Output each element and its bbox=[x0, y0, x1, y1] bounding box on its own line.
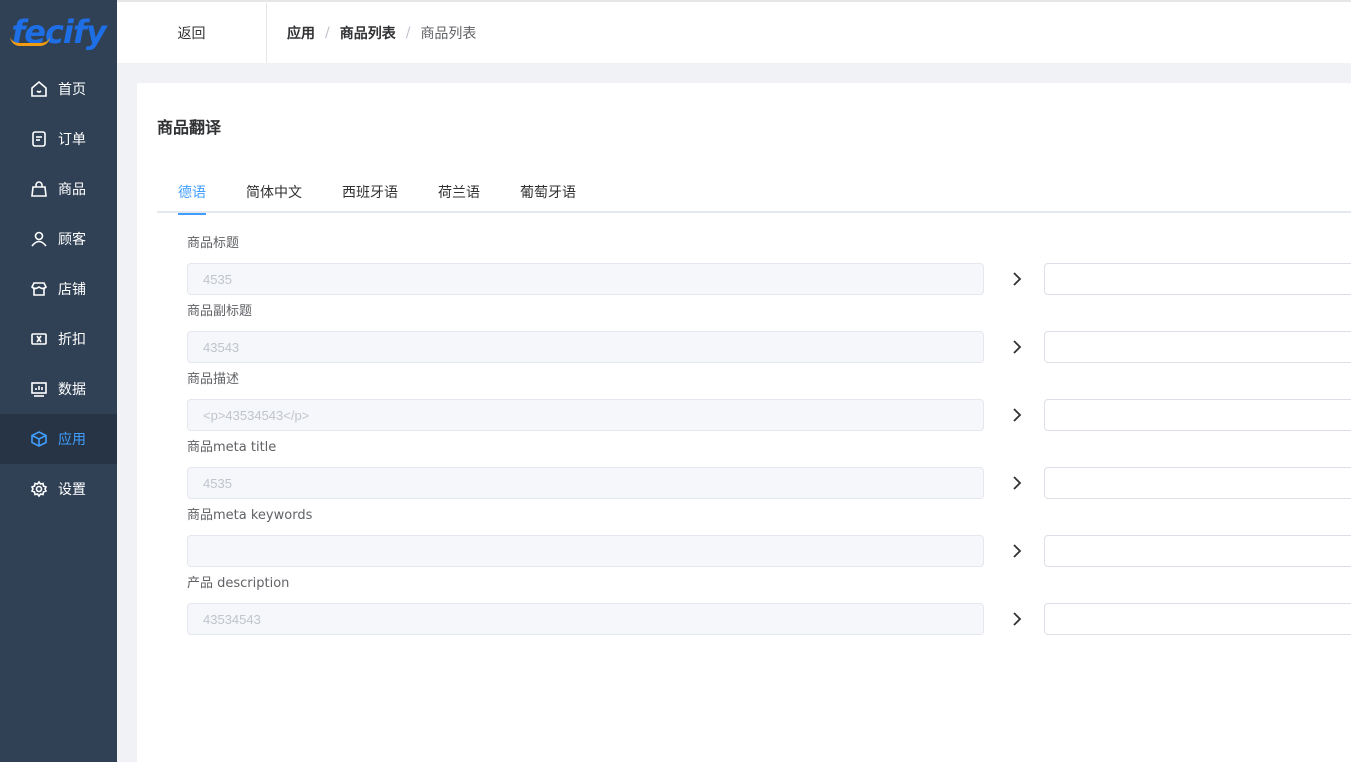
field-row-subtitle: 商品副标题 bbox=[187, 304, 1351, 372]
breadcrumb: 应用 / 商品列表 / 商品列表 bbox=[267, 23, 476, 43]
breadcrumb-separator: / bbox=[325, 24, 330, 41]
top-header: 返回 应用 / 商品列表 / 商品列表 bbox=[117, 0, 1351, 63]
sidebar-item-label: 店铺 bbox=[58, 282, 86, 298]
sidebar-item-label: 首页 bbox=[58, 82, 86, 98]
source-input bbox=[187, 399, 984, 431]
chevron-right-icon[interactable] bbox=[1007, 405, 1027, 425]
field-label: 商品标题 bbox=[187, 236, 240, 251]
tab-spanish[interactable]: 西班牙语 bbox=[342, 183, 398, 213]
field-row-meta-keywords: 商品meta keywords bbox=[187, 508, 1351, 576]
sidebar-item-label: 折扣 bbox=[58, 332, 86, 348]
sidebar-item-products[interactable]: 商品 bbox=[0, 164, 117, 214]
field-label: 商品meta title bbox=[187, 440, 277, 455]
sidebar-item-label: 订单 bbox=[58, 132, 86, 148]
chart-icon bbox=[30, 380, 48, 398]
field-label: 商品描述 bbox=[187, 372, 240, 387]
chevron-right-icon[interactable] bbox=[1007, 337, 1027, 357]
target-input[interactable] bbox=[1044, 399, 1351, 431]
target-input[interactable] bbox=[1044, 263, 1351, 295]
cube-icon bbox=[30, 430, 48, 448]
chevron-right-icon[interactable] bbox=[1007, 269, 1027, 289]
translation-form: 商品标题 商品副标题 商品描述 商品meta title 商品meta keyw… bbox=[187, 236, 1351, 644]
chevron-right-icon[interactable] bbox=[1007, 541, 1027, 561]
target-input[interactable] bbox=[1044, 603, 1351, 635]
logo-swoosh bbox=[10, 36, 50, 46]
field-row-meta-title: 商品meta title bbox=[187, 440, 1351, 508]
field-label: 商品副标题 bbox=[187, 304, 253, 319]
breadcrumb-apps[interactable]: 应用 bbox=[287, 23, 315, 43]
sidebar-item-label: 应用 bbox=[58, 432, 86, 448]
logo[interactable]: fecify bbox=[0, 0, 117, 63]
source-input bbox=[187, 331, 984, 363]
target-input[interactable] bbox=[1044, 467, 1351, 499]
source-input bbox=[187, 603, 984, 635]
sidebar-item-label: 数据 bbox=[58, 382, 86, 398]
sidebar-item-data[interactable]: 数据 bbox=[0, 364, 117, 414]
breadcrumb-separator: / bbox=[405, 24, 411, 41]
ticket-icon bbox=[30, 330, 48, 348]
back-button[interactable]: 返回 bbox=[117, 2, 267, 63]
tab-dutch[interactable]: 荷兰语 bbox=[438, 183, 480, 213]
tab-simplified-chinese[interactable]: 简体中文 bbox=[246, 183, 302, 213]
sidebar-item-stores[interactable]: 店铺 bbox=[0, 264, 117, 314]
sidebar-item-settings[interactable]: 设置 bbox=[0, 464, 117, 514]
sidebar-item-label: 商品 bbox=[58, 182, 86, 198]
field-row-description: 商品描述 bbox=[187, 372, 1351, 440]
target-input[interactable] bbox=[1044, 535, 1351, 567]
sidebar-menu: 首页 订单 商品 顾客 店铺 折扣 数据 应用 设置 bbox=[0, 64, 117, 514]
sidebar: fecify 首页 订单 商品 顾客 店铺 折扣 数据 应用 设置 bbox=[0, 0, 117, 762]
store-icon bbox=[30, 280, 48, 298]
sidebar-item-customers[interactable]: 顾客 bbox=[0, 214, 117, 264]
tab-german[interactable]: 德语 bbox=[178, 183, 206, 215]
order-icon bbox=[30, 130, 48, 148]
breadcrumb-current: 商品列表 bbox=[420, 25, 477, 42]
field-label: 商品meta keywords bbox=[187, 508, 313, 523]
sidebar-item-orders[interactable]: 订单 bbox=[0, 114, 117, 164]
target-input[interactable] bbox=[1044, 331, 1351, 363]
sidebar-item-discounts[interactable]: 折扣 bbox=[0, 314, 117, 364]
bag-icon bbox=[30, 180, 48, 198]
user-icon bbox=[30, 230, 48, 248]
field-row-meta-description: 产品 description bbox=[187, 576, 1351, 644]
tab-portuguese[interactable]: 葡萄牙语 bbox=[520, 183, 576, 213]
sidebar-item-home[interactable]: 首页 bbox=[0, 64, 117, 114]
page-title: 商品翻译 bbox=[157, 118, 222, 137]
source-input bbox=[187, 263, 984, 295]
sidebar-item-apps[interactable]: 应用 bbox=[0, 414, 117, 464]
language-tabs: 德语 简体中文 西班牙语 荷兰语 葡萄牙语 bbox=[157, 183, 1351, 215]
field-row-title: 商品标题 bbox=[187, 236, 1351, 304]
source-input bbox=[187, 467, 984, 499]
field-label: 产品 description bbox=[187, 576, 290, 591]
source-input bbox=[187, 535, 984, 567]
sidebar-item-label: 顾客 bbox=[58, 232, 86, 248]
breadcrumb-product-list[interactable]: 商品列表 bbox=[340, 23, 396, 43]
chevron-right-icon[interactable] bbox=[1007, 473, 1027, 493]
main-content: 商品翻译 德语 简体中文 西班牙语 荷兰语 葡萄牙语 商品标题 商品副标题 商品… bbox=[137, 83, 1351, 762]
sidebar-item-label: 设置 bbox=[58, 482, 86, 498]
chevron-right-icon[interactable] bbox=[1007, 609, 1027, 629]
gear-icon bbox=[30, 480, 48, 498]
home-icon bbox=[30, 80, 48, 98]
